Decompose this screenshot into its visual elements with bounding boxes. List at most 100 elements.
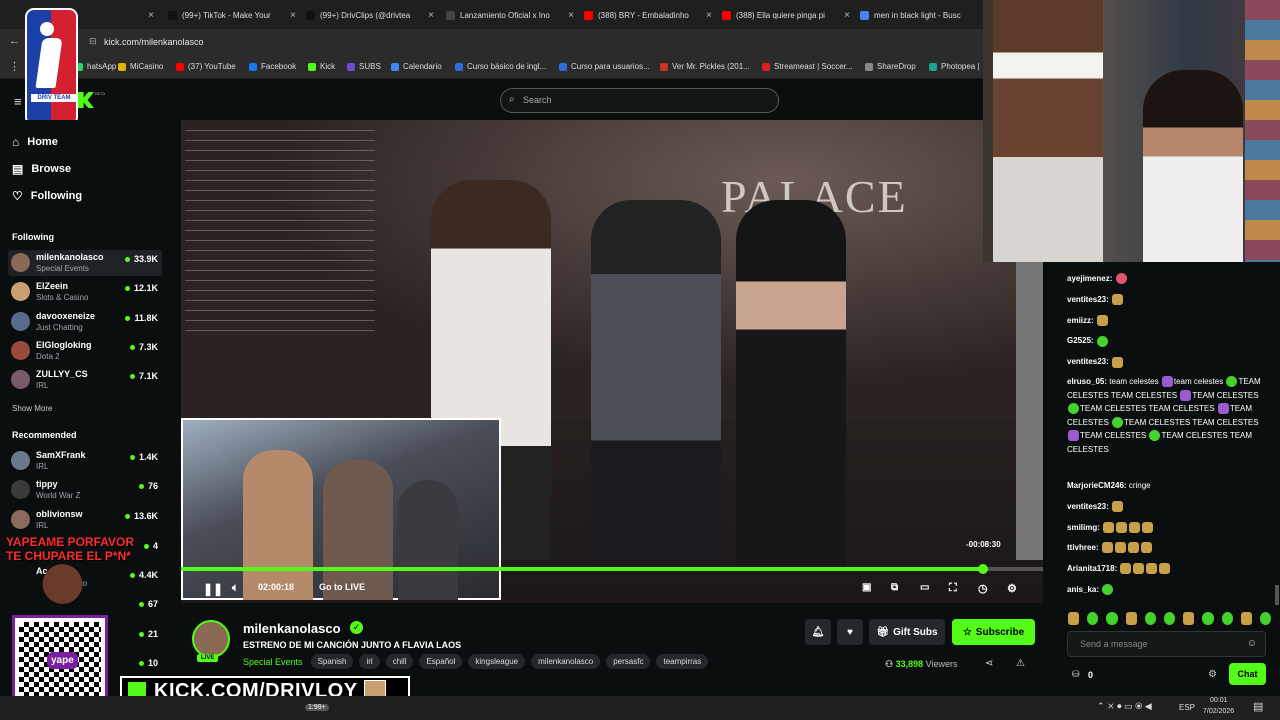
chat-username[interactable]: ttivhree: (1067, 543, 1099, 552)
chat-username[interactable]: anis_ka: (1067, 585, 1099, 594)
sidebar-channel[interactable]: milenkanolasco Special Events 33.9K (8, 250, 162, 276)
stream-tag[interactable]: chill (385, 654, 414, 669)
progress-handle[interactable] (977, 564, 988, 574)
emote-button[interactable] (1259, 612, 1272, 625)
stream-tag[interactable]: Español (419, 654, 463, 669)
stream-tag[interactable]: Spanish (310, 654, 354, 669)
video-player[interactable]: PALACE -00:08:30 ❚❚ 🔈︎ 02:00:18 Go to LI… (181, 120, 1043, 603)
settings-gear-icon[interactable]: ⚙ (1007, 582, 1017, 595)
clip-icon[interactable]: ▣ (862, 582, 871, 593)
chat-username[interactable]: Arianita1718: (1067, 564, 1117, 573)
bookmark-item[interactable]: Curso para usuarios... (559, 62, 650, 71)
url-text[interactable]: kick.com/milenkanolasco (104, 37, 204, 47)
channel-avatar[interactable] (192, 620, 230, 658)
bookmark-item[interactable]: Ver Mr. Pickles (201... (660, 62, 750, 71)
gift-subs-button[interactable]: 🎁︎ Gift Subs (869, 619, 945, 645)
tab-close-icon[interactable]: × (706, 10, 712, 21)
stream-tag[interactable]: teampirras (656, 654, 709, 669)
sidebar-channel[interactable]: ElGlogloking Dota 2 7.3K (8, 338, 162, 364)
menu-icon[interactable]: ≡ (14, 94, 22, 109)
stream-tag[interactable]: kingsleague (468, 654, 526, 669)
chat-username[interactable]: smilimg: (1067, 523, 1100, 532)
progress-bar[interactable] (181, 567, 1043, 571)
emote-button[interactable] (1183, 612, 1195, 625)
chat-username[interactable]: MarjorieCM246: (1067, 481, 1127, 490)
notifications-icon[interactable]: ▤ (1253, 700, 1263, 713)
channel-name[interactable]: milenkanolasco (243, 621, 341, 636)
clock-time[interactable]: 00:01 (1210, 697, 1228, 704)
chat-input[interactable]: Send a message ☺ (1067, 631, 1266, 657)
bookmark-item[interactable]: Photopea | (929, 62, 980, 71)
browser-tab[interactable]: (388) BRY - Embaladinho × (584, 4, 716, 26)
miniplayer-icon[interactable]: ⧉ (891, 582, 898, 593)
tab-close-icon[interactable]: × (844, 10, 850, 21)
bookmark-item[interactable]: Facebook (249, 62, 296, 71)
emote-button[interactable] (1163, 612, 1176, 625)
go-live-button[interactable]: Go to LIVE (319, 582, 365, 592)
emote-button[interactable] (1125, 612, 1137, 625)
emoji-icon[interactable]: ☺ (1247, 638, 1257, 649)
chat-scrollbar[interactable] (1275, 585, 1279, 605)
browser-tab[interactable]: (99+) TikTok - Make Your × (168, 4, 300, 26)
bookmark-item[interactable]: MiCasino (118, 62, 163, 71)
emote-button[interactable] (1106, 612, 1118, 625)
sidebar-channel[interactable]: ZULLYY_CS IRL 7.1K (8, 367, 162, 393)
category-link[interactable]: Special Events (243, 657, 303, 667)
bookmark-item[interactable]: Curso básico de ingl... (455, 62, 546, 71)
share-icon[interactable]: ⋖ (985, 658, 993, 669)
browser-tab[interactable]: men in black light - Busc× (860, 4, 992, 26)
fullscreen-icon[interactable]: ⛶ (949, 582, 957, 595)
kick-logo[interactable] (78, 92, 94, 108)
emote-button[interactable] (1240, 612, 1252, 625)
bookmark-item[interactable]: Calendario (391, 62, 442, 71)
sidebar-channel[interactable]: tippy World War Z 76 (8, 477, 162, 503)
bookmark-item[interactable]: (37) YouTube (176, 62, 236, 71)
follow-heart-icon[interactable]: ♥ (837, 619, 863, 645)
nav-home[interactable]: ⌂ Home (12, 135, 58, 149)
emote-button[interactable] (1221, 612, 1233, 625)
emote-button[interactable] (1068, 612, 1080, 625)
sidebar-channel[interactable]: davooxeneize Just Chatting 11.8K (8, 309, 162, 335)
nav-browse[interactable]: ▤ Browse (12, 162, 71, 176)
bookmark-item[interactable]: ShareDrop (865, 62, 916, 71)
notify-bell-icon[interactable]: 🔔︎ (805, 619, 831, 645)
stream-tag[interactable]: irl (359, 654, 380, 669)
emote-button[interactable] (1144, 612, 1156, 625)
chat-username[interactable]: ventites23: (1067, 295, 1109, 304)
emote-button[interactable] (1202, 612, 1214, 625)
tab-close-icon[interactable]: × (428, 10, 434, 21)
tab-close-icon[interactable]: × (290, 10, 296, 21)
language-indicator[interactable]: ESP (1179, 703, 1195, 712)
chat-send-button[interactable]: Chat (1229, 663, 1266, 685)
browser-tab[interactable]: Lanzamiento Oficial x Ino × (446, 4, 578, 26)
browser-tab[interactable]: (388) Ella quiere pinga pi × (722, 4, 854, 26)
bookmark-item[interactable]: SUBS (347, 62, 381, 71)
chat-username[interactable]: ayejimenez: (1067, 274, 1112, 283)
chat-username[interactable]: ventites23: (1067, 502, 1109, 511)
show-more-link[interactable]: Show More (12, 404, 52, 413)
chat-settings-icon[interactable]: ⚙ (1208, 669, 1217, 680)
bookmark-item[interactable]: hatsApp (75, 62, 116, 71)
stream-tag[interactable]: milenkanolasco (531, 654, 601, 669)
volume-icon[interactable]: 🔈︎ (232, 582, 239, 595)
bookmark-item[interactable]: Kick (308, 62, 335, 71)
clock-date[interactable]: 7/02/2026 (1203, 708, 1234, 715)
tab-close-icon[interactable]: × (568, 10, 574, 21)
pause-icon[interactable]: ❚❚ (203, 582, 223, 596)
speed-icon[interactable]: ◷ (978, 582, 988, 595)
back-arrow-icon[interactable]: ← (9, 35, 20, 47)
nav-following[interactable]: ♡ Following (12, 189, 82, 203)
sidebar-channel[interactable]: SamXFrank IRL 1.4K (8, 448, 162, 474)
report-icon[interactable]: ⚠ (1016, 658, 1025, 669)
tab-close-icon[interactable]: × (148, 10, 154, 21)
browser-tab[interactable]: (99+) DrivClips (@drivtea × (306, 4, 438, 26)
chat-username[interactable]: emiizz: (1067, 316, 1094, 325)
tray-icons[interactable]: ⌃ ⨯ ⏺ ▭ ⦿ ◀ (1097, 701, 1152, 712)
chat-username[interactable]: elruso_05: (1067, 377, 1107, 386)
sidebar-channel[interactable]: ElZeein Slots & Casino 12.1K (8, 279, 162, 305)
chat-username[interactable]: ventites23: (1067, 357, 1109, 366)
theater-mode-icon[interactable]: ▭ (920, 582, 929, 593)
bookmark-item[interactable]: Streameast | Soccer... (762, 62, 853, 71)
subscribe-button[interactable]: ☆ Subscribe (952, 619, 1035, 645)
chat-username[interactable]: G2525: (1067, 336, 1094, 345)
